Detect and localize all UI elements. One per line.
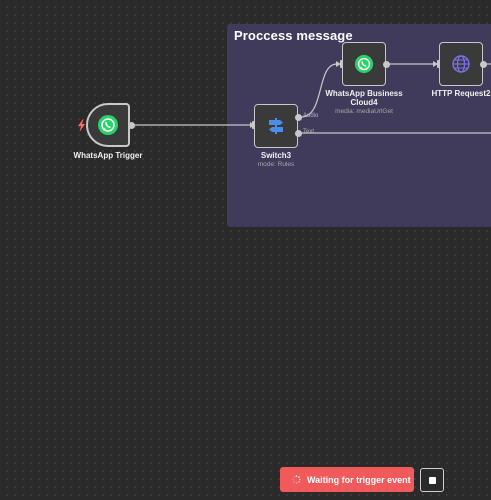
switch-output-text-label: Text	[303, 129, 315, 135]
whatsapp-business-subtitle: media: mediaUrlGet	[335, 108, 393, 115]
http-request-input-handle[interactable]	[437, 60, 440, 68]
waiting-for-trigger-button[interactable]: Waiting for trigger event	[280, 467, 414, 492]
switch-node-label: Switch3	[260, 151, 292, 160]
switch-node-subtitle: mode: Rules	[257, 161, 295, 168]
stop-button[interactable]	[420, 468, 444, 492]
switch-output-audio-handle[interactable]	[294, 113, 302, 121]
whatsapp-icon	[98, 115, 118, 135]
http-request-output-handle[interactable]	[479, 60, 487, 68]
http-request-node[interactable]	[439, 42, 483, 86]
stop-icon	[429, 477, 436, 484]
waiting-for-trigger-label: Waiting for trigger event	[307, 474, 411, 485]
whatsapp-business-cloud-node[interactable]	[342, 42, 386, 86]
http-request-label: HTTP Request2	[431, 89, 491, 98]
switch-input-handle[interactable]	[252, 121, 255, 129]
trigger-node-label: WhatsApp Trigger	[73, 151, 143, 160]
whatsapp-business-input-handle[interactable]	[340, 60, 343, 68]
globe-icon	[452, 55, 470, 73]
switch-signpost-icon	[269, 118, 283, 134]
trigger-output-handle[interactable]	[128, 121, 135, 129]
sticky-note-title: Proccess message	[234, 28, 353, 43]
switch-output-text-handle[interactable]	[294, 129, 302, 137]
whatsapp-icon	[354, 54, 374, 74]
whatsapp-business-output-handle[interactable]	[382, 60, 390, 68]
whatsapp-trigger-node[interactable]	[86, 103, 130, 147]
workflow-canvas[interactable]: Proccess message WhatsApp Trigger Audio …	[0, 0, 491, 500]
lightning-bolt-icon	[78, 119, 85, 132]
whatsapp-business-label-line2: Cloud4	[350, 98, 378, 107]
spinner-icon	[292, 475, 301, 484]
switch-node[interactable]	[254, 104, 298, 148]
